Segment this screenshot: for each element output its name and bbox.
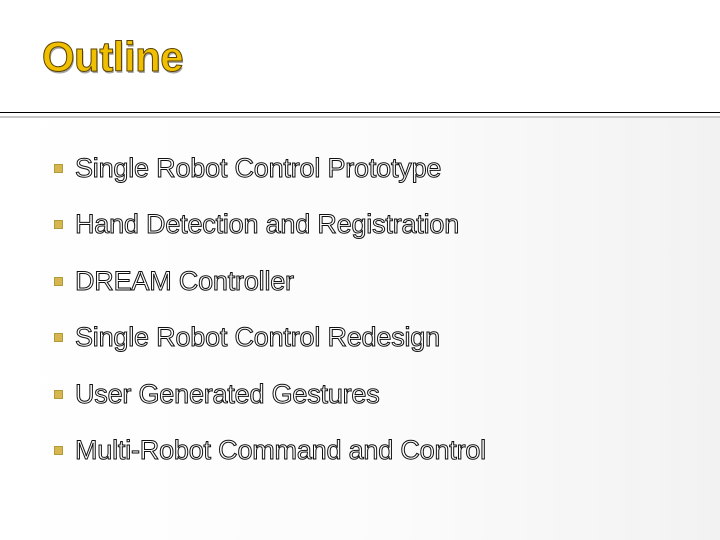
bullet-item-4: Single Robot Control Redesign bbox=[54, 321, 441, 353]
bullet-item-2: Hand Detection and Registration bbox=[54, 208, 460, 240]
bullet-item-3: DREAM Controller bbox=[54, 265, 295, 297]
bullet-text-3: DREAM Controller bbox=[75, 265, 295, 296]
square-bullet-icon bbox=[54, 276, 63, 286]
square-bullet-icon bbox=[54, 163, 63, 173]
content-area: Single Robot Control Prototype Hand Dete… bbox=[0, 118, 720, 540]
bullet-item-6: Multi-Robot Command and Control bbox=[54, 434, 487, 466]
bullet-text-1: Single Robot Control Prototype bbox=[74, 152, 442, 183]
slide-title: Outline bbox=[41, 33, 184, 80]
bullet-text-2: Hand Detection and Registration bbox=[74, 208, 460, 239]
bullet-text-6: Multi-Robot Command and Control bbox=[75, 434, 487, 465]
slide: Outline Single Robot Control Prototype H… bbox=[0, 0, 720, 540]
bullet-item-5: User Generated Gestures bbox=[54, 378, 380, 410]
square-bullet-icon bbox=[54, 445, 63, 455]
square-bullet-icon bbox=[54, 332, 63, 342]
title-area: Outline bbox=[0, 0, 720, 112]
square-bullet-icon bbox=[54, 389, 63, 399]
title-divider-line bbox=[0, 112, 720, 113]
square-bullet-icon bbox=[54, 219, 63, 229]
bullet-item-1: Single Robot Control Prototype bbox=[54, 152, 442, 184]
bullet-text-5: User Generated Gestures bbox=[75, 378, 381, 409]
bullet-text-4: Single Robot Control Redesign bbox=[75, 321, 441, 352]
